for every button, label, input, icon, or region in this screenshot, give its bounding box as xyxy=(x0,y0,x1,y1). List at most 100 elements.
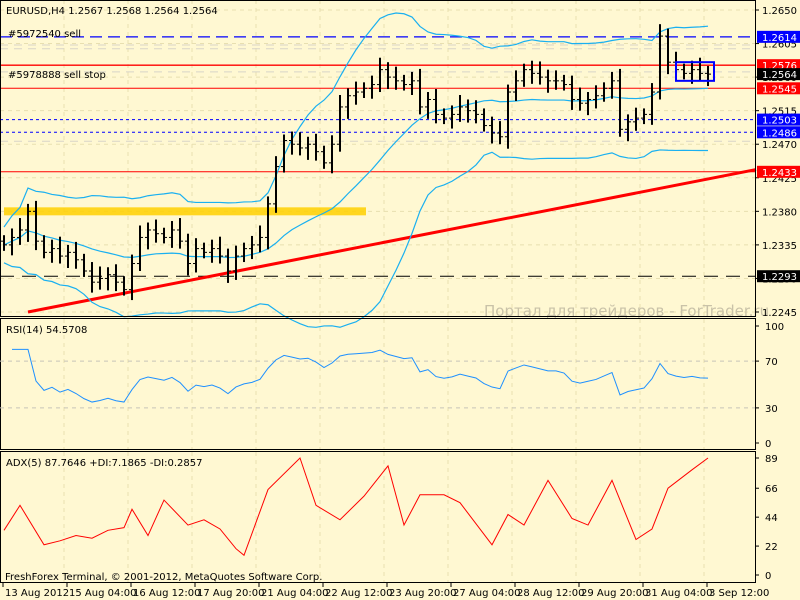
price-bar xyxy=(369,75,375,99)
time-tick-label: 13 Aug 2012 xyxy=(5,588,69,599)
price-tick-label: 1.2245 xyxy=(762,308,797,319)
price-bar xyxy=(305,136,311,160)
rsi-tick-label: 100 xyxy=(765,322,784,333)
footer-copyright: FreshForex Terminal, © 2001-2012, MetaQu… xyxy=(5,572,322,583)
price-bar xyxy=(233,245,239,280)
price-bar xyxy=(337,95,343,152)
price-bar xyxy=(321,145,327,169)
adx-line xyxy=(3,457,709,557)
price-bar xyxy=(105,267,111,291)
price-bar xyxy=(513,70,519,101)
price-bar xyxy=(457,95,463,122)
price-bar xyxy=(625,114,631,142)
price-bar xyxy=(185,233,191,276)
grid xyxy=(0,0,755,582)
price-bar xyxy=(385,62,391,90)
adx-tick-label: 66 xyxy=(765,484,778,495)
time-tick-label: 17 Aug 20:00 xyxy=(197,588,264,599)
time-tick-label: 22 Aug 12:00 xyxy=(325,588,392,599)
price-bar xyxy=(225,248,231,283)
price-label: 1.2564 xyxy=(762,70,797,81)
main-pane-border xyxy=(0,0,756,317)
time-tick-label: 28 Aug 12:00 xyxy=(517,588,584,599)
time-tick-label: 23 Aug 20:00 xyxy=(389,588,456,599)
price-bar xyxy=(553,70,559,90)
price-bar xyxy=(49,239,55,263)
yellow-zone xyxy=(4,207,366,216)
price-label: 1.2293 xyxy=(762,272,797,283)
price-bar xyxy=(433,89,439,124)
adx-pane: 89 66 44 22 0 xyxy=(3,454,778,582)
price-bar xyxy=(297,132,303,156)
price-bar xyxy=(153,219,159,243)
adx-tick-label: 89 xyxy=(765,454,778,465)
price-bar xyxy=(257,225,263,253)
price-label: 1.2433 xyxy=(762,168,797,179)
price-bar xyxy=(313,133,319,161)
price-bar xyxy=(345,88,351,119)
price-tick-label: 1.2650 xyxy=(762,6,797,17)
rsi-title: RSI(14) 54.5708 xyxy=(6,325,87,336)
symbol-header: EURUSD,H4 1.2567 1.2568 1.2564 1.2564 xyxy=(6,6,218,17)
price-bar xyxy=(161,227,167,244)
lower-band xyxy=(3,149,709,328)
price-bar xyxy=(577,87,583,111)
adx-tick-label: 22 xyxy=(765,542,778,553)
price-bar xyxy=(169,221,175,248)
middle-band xyxy=(3,87,709,259)
price-label: 1.2486 xyxy=(762,128,797,139)
adx-tick-label: 44 xyxy=(765,513,778,524)
price-bar xyxy=(361,82,367,98)
price-bar xyxy=(377,57,383,93)
price-bar xyxy=(617,68,623,137)
rsi-tick-label: 0 xyxy=(765,439,771,450)
watermark: Портал для трейдеров - ForTrader.ru xyxy=(484,302,769,320)
time-tick-label: 31 Aug 04:00 xyxy=(645,588,712,599)
order-label-1: #5972540 sell xyxy=(8,29,81,40)
price-bar xyxy=(393,66,399,90)
price-bar xyxy=(17,218,23,245)
horizontal-lines xyxy=(0,36,755,277)
time-tick-label: 3 Sep 12:00 xyxy=(709,588,769,599)
price-bar xyxy=(265,196,271,250)
rsi-line xyxy=(12,348,709,403)
time-tick-label: 21 Aug 04:00 xyxy=(261,588,328,599)
price-bar xyxy=(353,81,359,105)
price-bar xyxy=(73,241,79,269)
rsi-pane: 100 70 30 0 xyxy=(0,322,784,450)
rsi-tick-label: 70 xyxy=(765,357,778,368)
price-bar xyxy=(281,134,287,173)
bands xyxy=(3,12,709,328)
price-bar xyxy=(585,92,591,116)
adx-title: ADX(5) 87.7646 +DI:7.1865 -DI:0.2857 xyxy=(6,458,202,469)
chart-canvas[interactable]: Портал для трейдеров - ForTrader.ru EURU… xyxy=(0,0,800,600)
price-bar xyxy=(649,83,655,125)
price-label: 1.2614 xyxy=(762,33,797,44)
price-bar xyxy=(273,156,279,213)
time-tick-label: 27 Aug 04:00 xyxy=(453,588,520,599)
price-label: 1.2503 xyxy=(762,116,797,127)
price-bar xyxy=(1,235,7,251)
price-label: 1.2545 xyxy=(762,84,797,95)
price-bar xyxy=(505,84,511,149)
rsi-tick-label: 30 xyxy=(765,404,778,415)
rsi-pane-border xyxy=(0,318,756,450)
time-axis: 13 Aug 2012 15 Aug 04:0016 Aug 12:0017 Au… xyxy=(2,583,769,599)
price-tick-label: 1.2335 xyxy=(762,241,797,252)
price-bar xyxy=(41,235,47,259)
price-bar xyxy=(81,253,87,277)
price-bar xyxy=(521,63,527,87)
price-bar xyxy=(705,65,711,87)
price-bar xyxy=(89,262,95,293)
price-bar xyxy=(417,68,423,115)
price-bar xyxy=(193,238,199,273)
time-tick-label: 16 Aug 12:00 xyxy=(133,588,200,599)
trendline[interactable] xyxy=(27,168,757,314)
price-bar xyxy=(217,236,223,264)
price-bar xyxy=(249,235,255,260)
price-bar xyxy=(241,242,247,263)
time-tick-label: 15 Aug 04:00 xyxy=(69,588,136,599)
order-label-2: #5978888 sell stop xyxy=(8,70,106,81)
price-bar xyxy=(569,75,575,110)
price-bar xyxy=(665,28,671,75)
